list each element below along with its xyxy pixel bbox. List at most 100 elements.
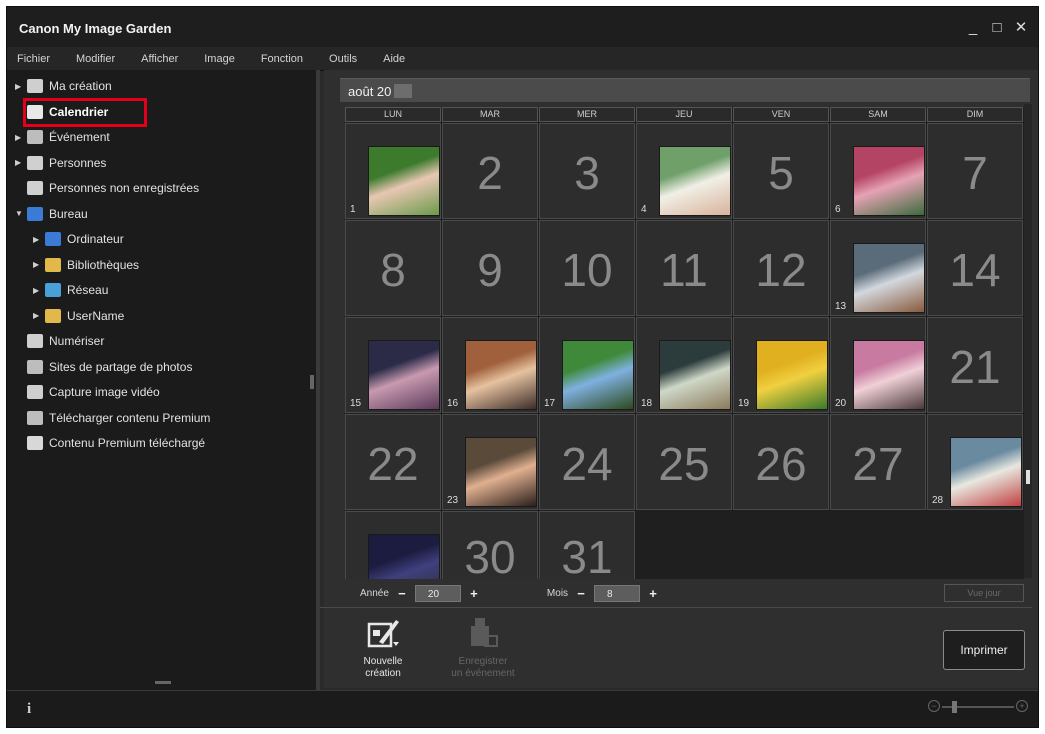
calendar-day-cell[interactable]: 18 xyxy=(636,317,732,413)
calendar-day-cell[interactable]: 22 xyxy=(345,414,441,510)
menu-4[interactable]: Image xyxy=(191,53,248,65)
zoom-out-icon[interactable]: − xyxy=(928,700,940,712)
sidebar-item-14[interactable]: Télécharger contenu Premium xyxy=(15,407,210,429)
menu-2[interactable]: Modifier xyxy=(63,53,128,65)
calendar-day-cell[interactable]: 28 xyxy=(927,414,1023,510)
photo-thumbnail[interactable] xyxy=(950,437,1022,507)
year-increment-button[interactable]: + xyxy=(467,586,481,601)
calendar-day-cell[interactable]: 7 xyxy=(927,123,1023,219)
collapsed-arrow-icon[interactable]: ▶ xyxy=(15,82,27,91)
calendar-day-cell[interactable]: 25 xyxy=(636,414,732,510)
calendar-day-cell[interactable]: 13 xyxy=(830,220,926,316)
sidebar-item-1[interactable]: ▶ Ma création xyxy=(15,75,112,97)
resize-handle[interactable] xyxy=(155,681,171,684)
calendar-day-cell[interactable]: 23 xyxy=(442,414,538,510)
menu-6[interactable]: Outils xyxy=(316,53,370,65)
close-icon[interactable]: ✕ xyxy=(1014,20,1028,35)
calendar-day-cell[interactable]: 31 xyxy=(539,511,635,579)
menu-1[interactable]: Fichier xyxy=(7,53,63,65)
menu-7[interactable]: Aide xyxy=(370,53,418,65)
photo-thumbnail[interactable] xyxy=(465,340,537,410)
register-event-button[interactable]: Enregistrer un événement xyxy=(443,612,523,680)
sidebar-item-5[interactable]: Personnes non enregistrées xyxy=(15,177,199,199)
photo-thumbnail[interactable] xyxy=(465,437,537,507)
sidebar-item-13[interactable]: Capture image vidéo xyxy=(15,381,160,403)
calendar-day-cell[interactable]: 21 xyxy=(927,317,1023,413)
collapsed-arrow-icon[interactable]: ▶ xyxy=(33,235,45,244)
sidebar-item-6[interactable]: ▼ Bureau xyxy=(15,203,88,225)
status-bar: i − + xyxy=(7,690,1038,727)
calendar-day-cell[interactable]: 24 xyxy=(539,414,635,510)
day-number: 3 xyxy=(574,147,600,199)
calendar-day-cell[interactable]: 20 xyxy=(830,317,926,413)
calendar-day-cell[interactable]: 14 xyxy=(927,220,1023,316)
calendar-day-cell[interactable]: 10 xyxy=(539,220,635,316)
calendar-day-cell[interactable]: 12 xyxy=(733,220,829,316)
collapsed-arrow-icon[interactable]: ▶ xyxy=(33,311,45,320)
sidebar-item-8[interactable]: ▶ Bibliothèques xyxy=(33,254,139,276)
calendar-day-cell[interactable]: 2 xyxy=(442,123,538,219)
photo-thumbnail[interactable] xyxy=(659,340,731,410)
photo-thumbnail[interactable] xyxy=(659,146,731,216)
day-view-button[interactable]: Vue jour xyxy=(944,584,1024,602)
calendar-day-cell[interactable]: 16 xyxy=(442,317,538,413)
photo-thumbnail[interactable] xyxy=(756,340,828,410)
month-increment-button[interactable]: + xyxy=(646,586,660,601)
month-decrement-button[interactable]: − xyxy=(574,586,588,601)
print-button[interactable]: Imprimer xyxy=(943,630,1025,670)
scrollbar-thumb[interactable] xyxy=(1026,470,1030,484)
year-field[interactable]: 20 xyxy=(414,584,461,602)
sidebar-item-label: UserName xyxy=(67,308,125,323)
zoom-in-icon[interactable]: + xyxy=(1016,700,1028,712)
menu-5[interactable]: Fonction xyxy=(248,53,316,65)
photo-thumbnail[interactable] xyxy=(853,340,925,410)
calendar-day-cell[interactable]: 29 xyxy=(345,511,441,579)
year-decrement-button[interactable]: − xyxy=(395,586,409,601)
calendar-day-cell[interactable]: 5 xyxy=(733,123,829,219)
calendar-day-cell[interactable]: 8 xyxy=(345,220,441,316)
calendar-day-cell[interactable]: 30 xyxy=(442,511,538,579)
sidebar-item-4[interactable]: ▶ Personnes xyxy=(15,152,106,174)
calendar-day-cell[interactable]: 15 xyxy=(345,317,441,413)
photo-thumbnail[interactable] xyxy=(368,340,440,410)
calendar-day-cell[interactable]: 11 xyxy=(636,220,732,316)
calendar-day-cell[interactable]: 6 xyxy=(830,123,926,219)
register-event-label-line2: un événement xyxy=(451,668,515,679)
sidebar-item-7[interactable]: ▶ Ordinateur xyxy=(33,228,124,250)
calendar-day-cell[interactable]: 19 xyxy=(733,317,829,413)
menu-3[interactable]: Afficher xyxy=(128,53,191,65)
sidebar-item-15[interactable]: Contenu Premium téléchargé xyxy=(15,432,205,454)
minimize-icon[interactable]: _ xyxy=(966,20,980,35)
calendar-scrollbar[interactable] xyxy=(1024,104,1032,578)
zoom-slider[interactable]: − + xyxy=(928,700,1028,714)
splitter-handle[interactable] xyxy=(310,375,314,389)
photo-thumbnail[interactable] xyxy=(562,340,634,410)
maximize-icon[interactable]: □ xyxy=(990,20,1004,35)
sidebar-item-3[interactable]: ▶ Événement xyxy=(15,126,110,148)
calendar-day-cell[interactable]: 26 xyxy=(733,414,829,510)
calendar-day-cell[interactable]: 9 xyxy=(442,220,538,316)
month-field[interactable]: 8 xyxy=(594,584,641,602)
photo-thumbnail[interactable] xyxy=(853,243,925,313)
calendar-day-cell[interactable]: 3 xyxy=(539,123,635,219)
calendar-day-cell[interactable]: 4 xyxy=(636,123,732,219)
zoom-knob[interactable] xyxy=(952,701,957,713)
calendar-day-cell[interactable]: 17 xyxy=(539,317,635,413)
photo-thumbnail[interactable] xyxy=(853,146,925,216)
photo-thumbnail[interactable] xyxy=(368,534,440,579)
sidebar-item-11[interactable]: Numériser xyxy=(15,330,104,352)
sidebar-item-9[interactable]: ▶ Réseau xyxy=(33,279,108,301)
collapsed-arrow-icon[interactable]: ▶ xyxy=(33,286,45,295)
collapsed-arrow-icon[interactable]: ▶ xyxy=(15,133,27,142)
sidebar-item-10[interactable]: ▶ UserName xyxy=(33,305,124,327)
expanded-arrow-icon[interactable]: ▼ xyxy=(15,209,27,218)
calendar-day-cell[interactable]: 27 xyxy=(830,414,926,510)
collapsed-arrow-icon[interactable]: ▶ xyxy=(33,260,45,269)
sidebar-item-12[interactable]: Sites de partage de photos xyxy=(15,356,192,378)
month-label-control: Mois xyxy=(546,587,569,599)
photo-thumbnail[interactable] xyxy=(368,146,440,216)
info-icon[interactable]: i xyxy=(27,701,31,718)
new-creation-button[interactable]: Nouvelle création xyxy=(355,612,411,680)
calendar-day-cell[interactable]: 1 xyxy=(345,123,441,219)
collapsed-arrow-icon[interactable]: ▶ xyxy=(15,158,27,167)
